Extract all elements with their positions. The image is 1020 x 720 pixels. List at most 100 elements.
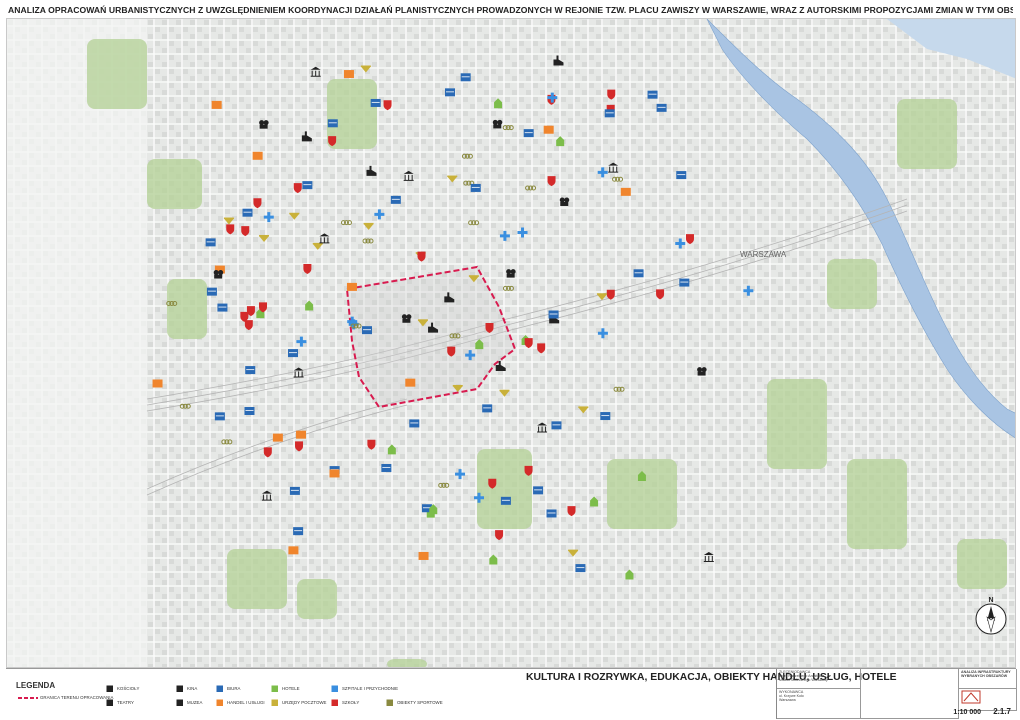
city-map[interactable]: WARSZAWA N: [6, 18, 1016, 668]
shop-icon[interactable]: [343, 70, 354, 79]
office-icon[interactable]: [482, 404, 493, 413]
shop-icon[interactable]: [296, 430, 307, 439]
legend-label: BIURA: [227, 686, 241, 691]
church-icon: [106, 685, 113, 692]
office-icon[interactable]: [206, 287, 217, 296]
office-icon[interactable]: [546, 509, 557, 518]
office-icon[interactable]: [361, 326, 372, 335]
office-icon[interactable]: [647, 90, 658, 99]
office-icon[interactable]: [214, 412, 225, 421]
office-icon[interactable]: [302, 181, 313, 190]
company-logo-icon: [961, 690, 981, 704]
sheet-number: 2.1.7: [993, 707, 1011, 716]
legend-label: OBIEKTY SPORTOWE: [397, 700, 443, 705]
office-icon[interactable]: [604, 109, 615, 118]
office-icon[interactable]: [327, 119, 338, 128]
legend-label: URZĘDY POCZTOWE: [282, 700, 327, 705]
office-icon[interactable]: [444, 88, 455, 97]
cinema-icon: [176, 685, 183, 692]
museum-icon: [176, 699, 183, 706]
park-area: [477, 449, 532, 529]
office-icon[interactable]: [500, 496, 511, 505]
park-area: [897, 99, 957, 169]
office-icon[interactable]: [633, 269, 644, 278]
legend-label: TEATRY: [117, 700, 134, 705]
office-icon[interactable]: [244, 406, 255, 415]
shop-icon[interactable]: [543, 125, 554, 134]
tb-sheet-title: ANALIZA INFRASTRUKTURY WYBRANYCH OBSZARÓ…: [959, 669, 1017, 689]
legend-label: KINA: [187, 686, 198, 691]
park-area: [827, 259, 877, 309]
office-icon[interactable]: [293, 527, 304, 536]
map-canvas[interactable]: WARSZAWA N: [7, 19, 1016, 668]
legend-label: KOŚCIOŁY: [117, 686, 140, 691]
park-area: [767, 379, 827, 469]
map-sheet: ANALIZA OPRACOWAŃ URBANISTYCZNYCH Z UWZG…: [0, 0, 1020, 720]
park-area: [297, 579, 337, 619]
park-area: [227, 549, 287, 609]
office-icon[interactable]: [676, 171, 687, 180]
legend-title: LEGENDA: [16, 681, 56, 690]
school-icon: [331, 699, 338, 706]
office-icon[interactable]: [289, 486, 300, 495]
office-icon[interactable]: [533, 486, 544, 495]
office-icon[interactable]: [217, 303, 228, 312]
shop-icon[interactable]: [152, 379, 163, 388]
park-area: [87, 39, 147, 109]
tb-client: ZLECENIODAWCA Biuro Naczelnego Architekt…: [777, 669, 861, 689]
office-icon[interactable]: [205, 238, 216, 247]
park-area: [387, 659, 427, 667]
legend-label: HANDEL I USŁUGI: [227, 700, 265, 705]
office-icon[interactable]: [679, 278, 690, 287]
park-area: [957, 539, 1007, 589]
office-icon: [216, 685, 223, 692]
shop-icon[interactable]: [288, 546, 299, 555]
boundary-legend-label: GRANICA TERENU OPRACOWANIA: [40, 695, 114, 700]
sports-icon: [386, 699, 393, 706]
shop-icon[interactable]: [272, 433, 283, 442]
office-icon[interactable]: [381, 463, 392, 472]
theater-icon: [106, 699, 113, 706]
shop-icon[interactable]: [418, 551, 429, 560]
hospital-icon: [331, 685, 338, 692]
park-area: [167, 279, 207, 339]
park-area: [147, 159, 202, 209]
legend-label: HOTELE: [282, 686, 300, 691]
office-icon[interactable]: [245, 366, 256, 375]
office-icon[interactable]: [390, 195, 401, 204]
legend-label: MUZEA: [187, 700, 203, 705]
park-area: [607, 459, 677, 529]
office-icon[interactable]: [370, 98, 381, 107]
boundary-legend-icon: [18, 697, 38, 699]
shop-icon: [216, 699, 223, 706]
legend-label: SZKOŁY: [342, 700, 360, 705]
tb-contractor: WYKONAWCA ul. Krzywe Koło Warszawa: [777, 689, 861, 719]
office-icon[interactable]: [656, 103, 667, 112]
legend-footer: LEGENDA GRANICA TERENU OPRACOWANIA KOŚCI…: [6, 668, 1017, 719]
shop-icon[interactable]: [211, 100, 222, 109]
office-icon[interactable]: [470, 183, 481, 192]
office-icon[interactable]: [523, 129, 534, 138]
office-icon[interactable]: [242, 208, 253, 217]
office-icon[interactable]: [409, 419, 420, 428]
sheet-title: ANALIZA OPRACOWAŃ URBANISTYCZNYCH Z UWZG…: [8, 5, 1013, 15]
shop-icon[interactable]: [405, 378, 416, 387]
outer-zone: [7, 19, 147, 667]
legend-label: SZPITALE I PRZYCHODNIE: [342, 686, 399, 691]
office-icon[interactable]: [460, 73, 471, 82]
office-icon[interactable]: [600, 412, 611, 421]
office-icon[interactable]: [575, 564, 586, 573]
shop-icon[interactable]: [252, 151, 263, 160]
park-area: [847, 459, 907, 549]
office-icon[interactable]: [551, 421, 562, 430]
shop-icon[interactable]: [620, 187, 631, 196]
office-icon[interactable]: [288, 349, 299, 358]
office-icon[interactable]: [548, 310, 559, 319]
shop-icon[interactable]: [346, 282, 357, 291]
shop-icon[interactable]: [329, 469, 340, 478]
district-label: WARSZAWA: [740, 250, 787, 259]
tb-stamp: [861, 669, 959, 719]
north-label: N: [988, 597, 993, 604]
map-scale: 1:10 000: [953, 709, 981, 716]
hotel-icon: [271, 685, 278, 692]
